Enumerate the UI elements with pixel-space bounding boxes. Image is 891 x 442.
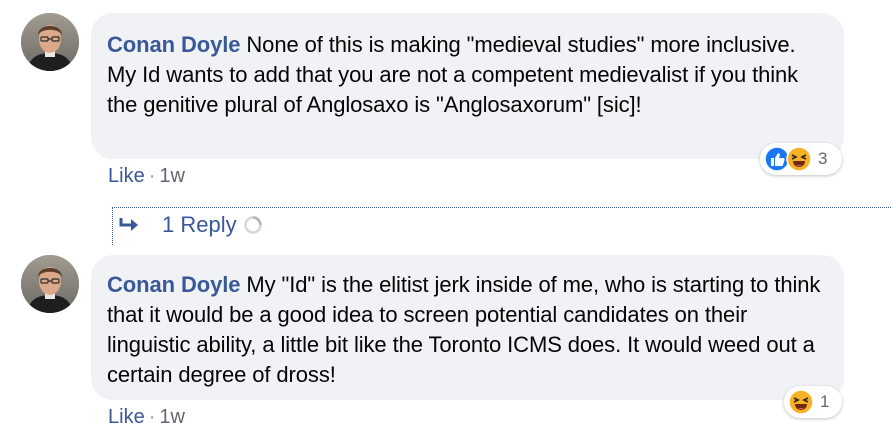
comment-bubble: Conan Doyle My "Id" is the elitist jerk …: [91, 255, 844, 400]
separator-dot: ·: [148, 165, 156, 187]
reaction-summary[interactable]: 1: [784, 386, 842, 418]
comment-author[interactable]: Conan Doyle: [107, 32, 240, 57]
reaction-summary[interactable]: 3: [760, 143, 842, 175]
separator-dot: ·: [148, 406, 156, 428]
reply-arrow-icon: [119, 218, 138, 231]
haha-icon: [788, 389, 814, 415]
comment-text: Conan Doyle None of this is making "medi…: [107, 30, 828, 120]
loading-spinner-icon: [243, 216, 262, 234]
avatar[interactable]: [21, 13, 79, 71]
like-button[interactable]: Like: [108, 406, 145, 428]
comment-text: Conan Doyle My "Id" is the elitist jerk …: [107, 270, 828, 390]
comment-author[interactable]: Conan Doyle: [107, 272, 240, 297]
reaction-count: 3: [818, 149, 828, 168]
view-replies-link[interactable]: 1 Reply: [118, 212, 263, 238]
like-button[interactable]: Like: [108, 165, 145, 187]
avatar[interactable]: [21, 255, 79, 313]
haha-icon: [786, 146, 812, 172]
comment-timestamp[interactable]: 1w: [159, 406, 185, 428]
comment-bubble: Conan Doyle None of this is making "medi…: [91, 13, 844, 159]
comment-actions: Like · 1w: [108, 406, 185, 429]
comment-actions: Like · 1w: [108, 165, 185, 188]
comment-timestamp[interactable]: 1w: [159, 165, 185, 187]
replies-count-label[interactable]: 1 Reply: [162, 212, 237, 238]
reaction-count: 1: [820, 392, 830, 411]
